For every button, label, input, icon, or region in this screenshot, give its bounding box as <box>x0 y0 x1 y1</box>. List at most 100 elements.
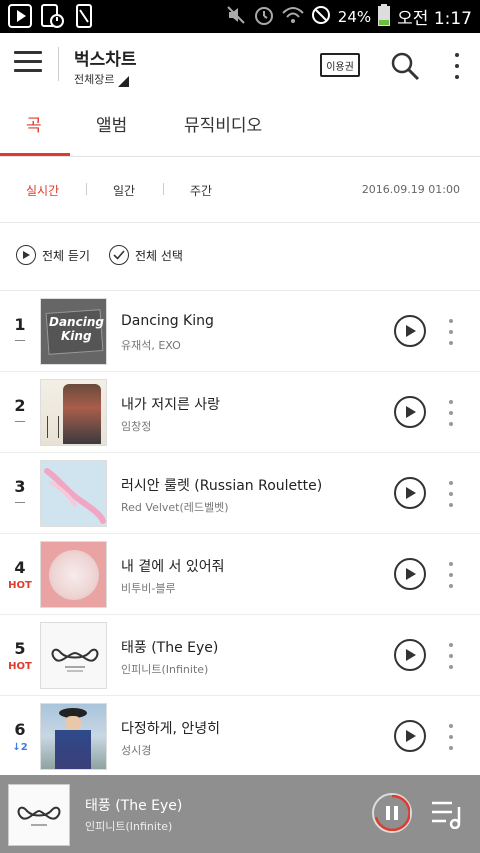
check-circle-icon <box>109 245 129 265</box>
play-icon <box>406 730 416 742</box>
list-item[interactable]: 2 내가 저지른 사랑 임창정 <box>0 372 480 453</box>
rank-change-flat <box>15 421 25 422</box>
play-notification-icon <box>8 4 32 28</box>
artist-name: 유재석, EXO <box>121 339 181 352</box>
list-item[interactable]: 5 HOT 태풍 (The Eye) 인피니트(Infinite) <box>0 615 480 696</box>
select-all-label: 전체 선택 <box>135 248 183 263</box>
filter-weekly[interactable]: 주간 <box>190 182 212 199</box>
page-title: 벅스차트 <box>74 50 137 70</box>
divider <box>163 183 164 195</box>
genre-selector[interactable]: 전체장르 <box>74 71 130 87</box>
voucher-button[interactable]: 이용권 <box>320 53 360 77</box>
down-arrow-icon: ↓ <box>12 742 21 753</box>
hamburger-menu-icon[interactable] <box>14 51 42 77</box>
play-button[interactable] <box>394 315 426 347</box>
row-more-icon[interactable] <box>448 724 454 750</box>
tab-albums[interactable]: 앨범 <box>96 95 127 157</box>
album-art <box>40 460 107 527</box>
rank-change-flat <box>15 340 25 341</box>
album-art: Dancing King <box>40 298 107 365</box>
rank-number: 2 <box>14 396 26 415</box>
no-signal-icon <box>311 5 331 29</box>
rank-number: 1 <box>14 315 26 334</box>
play-button[interactable] <box>394 396 426 428</box>
rank-change-down: ↓2 <box>12 742 28 753</box>
pause-icon <box>374 795 410 831</box>
dropdown-triangle-icon <box>118 76 130 87</box>
album-art <box>40 541 107 608</box>
row-more-icon[interactable] <box>448 643 454 669</box>
filter-realtime[interactable]: 실시간 <box>26 182 59 199</box>
play-button[interactable] <box>394 558 426 590</box>
wifi-icon <box>282 5 304 29</box>
genre-label: 전체장르 <box>74 73 115 86</box>
album-art <box>40 622 107 689</box>
row-more-icon[interactable] <box>448 481 454 507</box>
now-playing-artist: 인피니트(Infinite) <box>85 820 173 833</box>
rank-change-flat <box>15 502 25 503</box>
song-title: 태풍 (The Eye) <box>121 640 219 656</box>
more-options-icon[interactable] <box>447 51 467 81</box>
album-art <box>40 703 107 770</box>
play-icon <box>406 325 416 337</box>
play-button[interactable] <box>394 720 426 752</box>
row-more-icon[interactable] <box>448 400 454 426</box>
play-icon <box>406 649 416 661</box>
voucher-label: 이용권 <box>326 61 354 73</box>
rank-change-hot: HOT <box>8 580 32 591</box>
list-actions: 전체 듣기 전체 선택 <box>0 223 480 291</box>
mute-icon <box>226 5 246 29</box>
list-item[interactable]: 4 HOT 내 곁에 서 있어줘 비투비-블루 <box>0 534 480 615</box>
row-more-icon[interactable] <box>448 562 454 588</box>
mini-player[interactable]: 태풍 (The Eye) 인피니트(Infinite) <box>0 775 480 853</box>
rank-number: 3 <box>14 477 26 496</box>
song-title: 다정하게, 안녕히 <box>121 721 221 737</box>
divider <box>58 47 59 81</box>
now-playing-album-art <box>8 784 70 846</box>
play-button[interactable] <box>394 477 426 509</box>
divider <box>86 183 87 195</box>
battery-icon <box>378 3 391 30</box>
filter-daily[interactable]: 일간 <box>113 182 135 199</box>
album-art <box>40 379 107 446</box>
artist-name: 비투비-블루 <box>121 582 176 595</box>
artist-name: Red Velvet(레드벨벳) <box>121 501 229 514</box>
play-icon <box>406 568 416 580</box>
playlist-queue-icon[interactable] <box>432 799 466 830</box>
select-all-button[interactable]: 전체 선택 <box>109 245 183 265</box>
play-icon <box>406 487 416 499</box>
list-item[interactable]: 3 러시안 룰렛 (Russian Roulette) Red Velvet(레… <box>0 453 480 534</box>
row-more-icon[interactable] <box>448 319 454 345</box>
chart-datetime: 2016.09.19 01:00 <box>361 183 460 196</box>
song-title: Dancing King <box>121 313 214 329</box>
tab-music-videos[interactable]: 뮤직비디오 <box>184 95 262 157</box>
artist-name: 임창정 <box>121 420 152 433</box>
phone-notification-icon <box>72 4 96 28</box>
list-item[interactable]: 6 ↓2 다정하게, 안녕히 성시경 <box>0 696 480 777</box>
song-title: 내가 저지른 사랑 <box>121 397 221 413</box>
song-title: 러시안 룰렛 (Russian Roulette) <box>121 478 323 494</box>
rank-number: 4 <box>14 558 26 577</box>
battery-percent: 24% <box>337 7 372 26</box>
chart-list: 1 Dancing King Dancing King 유재석, EXO 2 내… <box>0 291 480 777</box>
play-all-label: 전체 듣기 <box>42 248 90 263</box>
artist-name: 인피니트(Infinite) <box>121 663 209 676</box>
status-bar: 24% 오전 1:17 <box>0 0 480 33</box>
clock: 오전 1:17 <box>397 9 472 29</box>
play-button[interactable] <box>394 639 426 671</box>
play-circle-icon <box>16 245 36 265</box>
artist-name: 성시경 <box>121 744 152 757</box>
list-item[interactable]: 1 Dancing King Dancing King 유재석, EXO <box>0 291 480 372</box>
rank-change-hot: HOT <box>8 661 32 672</box>
now-playing-title: 태풍 (The Eye) <box>85 798 183 814</box>
pause-button[interactable] <box>372 793 412 833</box>
tab-songs[interactable]: 곡 <box>26 95 42 157</box>
alarm-icon <box>253 4 275 30</box>
search-icon[interactable] <box>390 51 420 81</box>
tab-bar: 곡 앨범 뮤직비디오 <box>0 95 480 157</box>
play-icon <box>406 406 416 418</box>
play-all-button[interactable]: 전체 듣기 <box>16 245 90 265</box>
song-title: 내 곁에 서 있어줘 <box>121 559 225 575</box>
usage-notification-icon <box>40 4 64 28</box>
rank-number: 5 <box>14 639 26 658</box>
